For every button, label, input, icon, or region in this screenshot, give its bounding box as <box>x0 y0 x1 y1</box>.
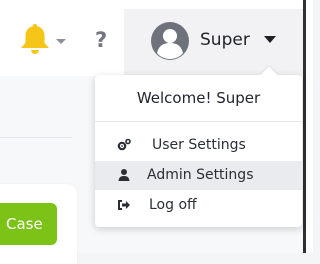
user-icon <box>118 169 130 181</box>
user-name[interactable]: Super <box>200 29 250 51</box>
avatar-icon[interactable] <box>150 21 190 61</box>
user-menu-caret-icon[interactable] <box>264 36 276 44</box>
menu-item-admin-settings[interactable]: Admin Settings <box>95 161 302 190</box>
menu-item-log-off[interactable]: Log off <box>95 191 302 220</box>
help-icon[interactable]: ? <box>95 27 111 53</box>
bell-icon[interactable] <box>19 22 51 56</box>
menu-item-label: User Settings <box>152 137 246 153</box>
menu-item-label: Admin Settings <box>147 167 254 183</box>
window-top-edge <box>0 0 313 9</box>
menu-item-user-settings[interactable]: User Settings <box>95 131 302 160</box>
window-gutter <box>306 0 313 253</box>
logout-icon <box>118 200 130 210</box>
menu-item-label: Log off <box>149 197 197 213</box>
case-button[interactable]: Case <box>0 203 57 245</box>
dropdown-divider <box>95 121 302 122</box>
user-settings-icon <box>117 138 131 151</box>
welcome-text: Welcome! Super <box>136 89 261 107</box>
chevron-down-icon[interactable] <box>55 38 67 46</box>
content-divider <box>0 137 72 138</box>
